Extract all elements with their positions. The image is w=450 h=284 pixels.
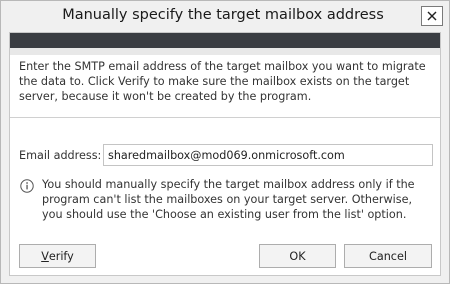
- dialog-title: Manually specify the target mailbox addr…: [62, 7, 384, 23]
- verify-button[interactable]: Verify: [19, 244, 96, 268]
- dialog-window: Manually specify the target mailbox addr…: [0, 0, 450, 284]
- verify-accel: V: [41, 249, 49, 263]
- info-icon: [20, 179, 34, 193]
- cancel-button[interactable]: Cancel: [344, 244, 432, 268]
- ok-button[interactable]: OK: [259, 244, 336, 268]
- dialog-content: Enter the SMTP email address of the targ…: [9, 32, 441, 276]
- verify-label: erify: [48, 249, 74, 263]
- divider: [10, 117, 440, 118]
- header-bar: [10, 33, 440, 48]
- email-label: Email address:: [19, 149, 102, 162]
- intro-text: Enter the SMTP email address of the targ…: [19, 60, 426, 103]
- title-bar[interactable]: Manually specify the target mailbox addr…: [1, 1, 449, 32]
- info-text: You should manually specify the target m…: [42, 178, 415, 221]
- close-button[interactable]: [421, 6, 443, 26]
- email-field[interactable]: [103, 144, 433, 166]
- header-strip: [10, 48, 440, 55]
- close-icon: [427, 11, 437, 21]
